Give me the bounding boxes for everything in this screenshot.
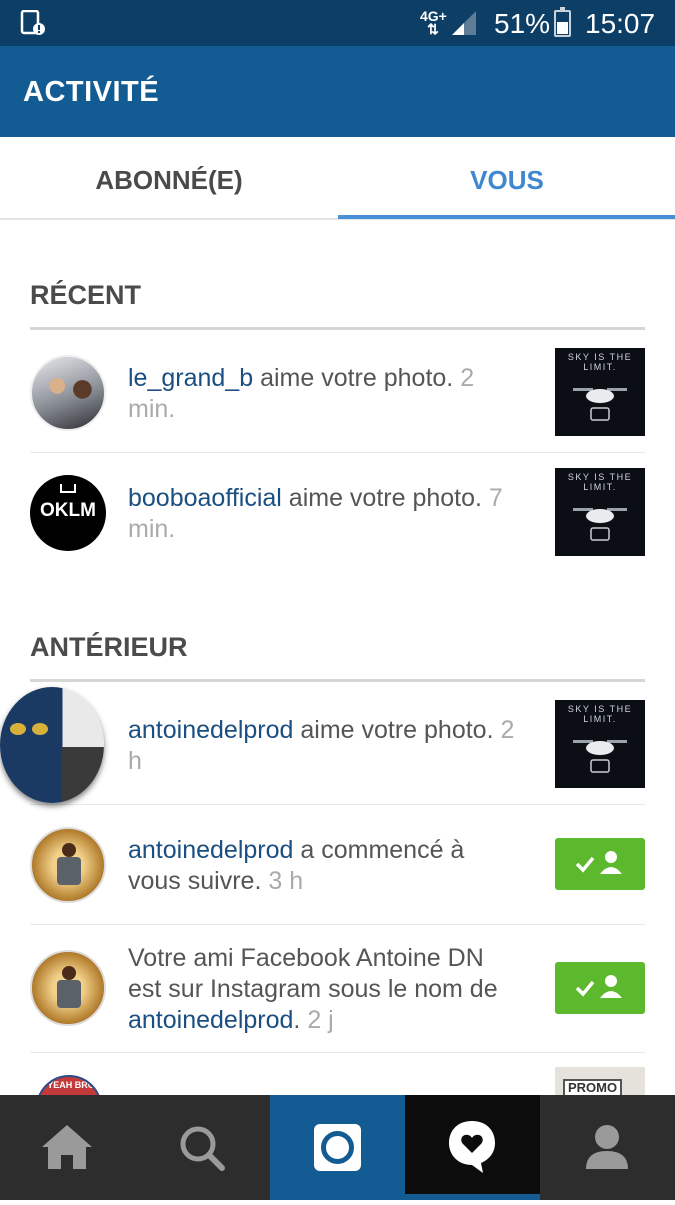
drone-image — [573, 508, 627, 541]
following-check-icon — [575, 975, 622, 998]
activity-row[interactable]: YEAH BRO PROMO — [30, 1053, 645, 1095]
section-header-earlier: ANTÉRIEUR — [30, 632, 645, 682]
avatar[interactable]: YEAH BRO — [36, 1075, 102, 1095]
activity-row[interactable]: antoinedelprod aime votre photo. 2 h SKY… — [0, 685, 645, 805]
crown-icon — [60, 484, 76, 493]
signal-icon — [452, 11, 476, 35]
tab-you[interactable]: VOUS — [338, 137, 675, 220]
tab-indicator — [338, 215, 675, 219]
activity-text: le_grand_b aime votre photo. 2 min. — [128, 364, 475, 423]
username-link[interactable]: le_grand_b — [128, 364, 253, 392]
activity-text: antoinedelprod a commencé à vous suivre.… — [128, 836, 465, 895]
username-link[interactable]: antoinedelprod — [128, 1006, 293, 1034]
activity-row[interactable]: OKLM booboaofficial aime votre photo. 7 … — [30, 453, 645, 573]
avatar[interactable] — [30, 355, 106, 431]
app-bar: ACTIVITÉ — [0, 46, 675, 137]
section-header-recent: RÉCENT — [30, 280, 645, 330]
battery-icon — [554, 7, 571, 37]
activity-row[interactable]: Votre ami Facebook Antoine DN est sur In… — [30, 925, 645, 1053]
nav-camera[interactable] — [270, 1095, 405, 1200]
avatar-oklm-text: OKLM — [40, 500, 96, 521]
nav-search[interactable] — [135, 1095, 270, 1200]
nav-home[interactable] — [0, 1095, 135, 1200]
post-thumbnail[interactable]: SKY IS THE LIMIT. — [555, 700, 645, 788]
clock: 15:07 — [585, 8, 656, 39]
post-thumbnail[interactable]: SKY IS THE LIMIT. — [555, 348, 645, 436]
search-icon — [180, 1126, 225, 1171]
avatar-yeah-bro-text: YEAH BRO — [47, 1080, 95, 1090]
sim-alert-icon — [20, 10, 45, 35]
nav-activity[interactable] — [405, 1095, 540, 1200]
avatar[interactable] — [30, 950, 106, 1026]
username-link[interactable]: booboaofficial — [128, 484, 282, 512]
active-nav-indicator — [405, 1194, 540, 1200]
username-link[interactable]: antoinedelprod — [128, 716, 293, 744]
drone-image — [573, 388, 627, 421]
activity-row[interactable]: le_grand_b aime votre photo. 2 min. SKY … — [30, 333, 645, 453]
promo-label: PROMO — [563, 1079, 623, 1095]
following-check-icon — [575, 851, 622, 874]
following-button[interactable] — [555, 838, 645, 890]
home-icon — [42, 1125, 92, 1169]
tab-following[interactable]: ABONNÉ(E) — [0, 137, 338, 220]
post-thumbnail[interactable]: SKY IS THE LIMIT. — [555, 468, 645, 556]
status-bar: 4G+ ⇅ 51% 15:07 — [0, 0, 675, 46]
camera-icon — [314, 1124, 361, 1171]
drone-image — [573, 740, 627, 773]
activity-row[interactable]: antoinedelprod a commencé à vous suivre.… — [30, 805, 645, 925]
username-link[interactable]: antoinedelprod — [128, 836, 293, 864]
activity-text: Votre ami Facebook Antoine DN est sur In… — [128, 944, 498, 1034]
activity-text: booboaofficial aime votre photo. 7 min. — [128, 484, 503, 543]
bottom-navigation — [0, 1095, 675, 1200]
nav-profile[interactable] — [540, 1095, 675, 1200]
avatar[interactable]: OKLM — [30, 475, 106, 551]
tab-bar: ABONNÉ(E) VOUS — [0, 137, 675, 220]
page-title: ACTIVITÉ — [23, 76, 160, 108]
activity-text: antoinedelprod aime votre photo. 2 h — [128, 716, 515, 775]
avatar[interactable] — [30, 827, 106, 903]
battery-percent: 51% — [494, 8, 551, 39]
following-button[interactable] — [555, 962, 645, 1014]
profile-icon — [586, 1125, 628, 1169]
post-thumbnail[interactable]: PROMO — [555, 1067, 645, 1095]
avatar[interactable] — [0, 687, 104, 803]
network-type-label: 4G+ ⇅ — [420, 8, 447, 37]
activity-heart-icon — [449, 1121, 495, 1173]
